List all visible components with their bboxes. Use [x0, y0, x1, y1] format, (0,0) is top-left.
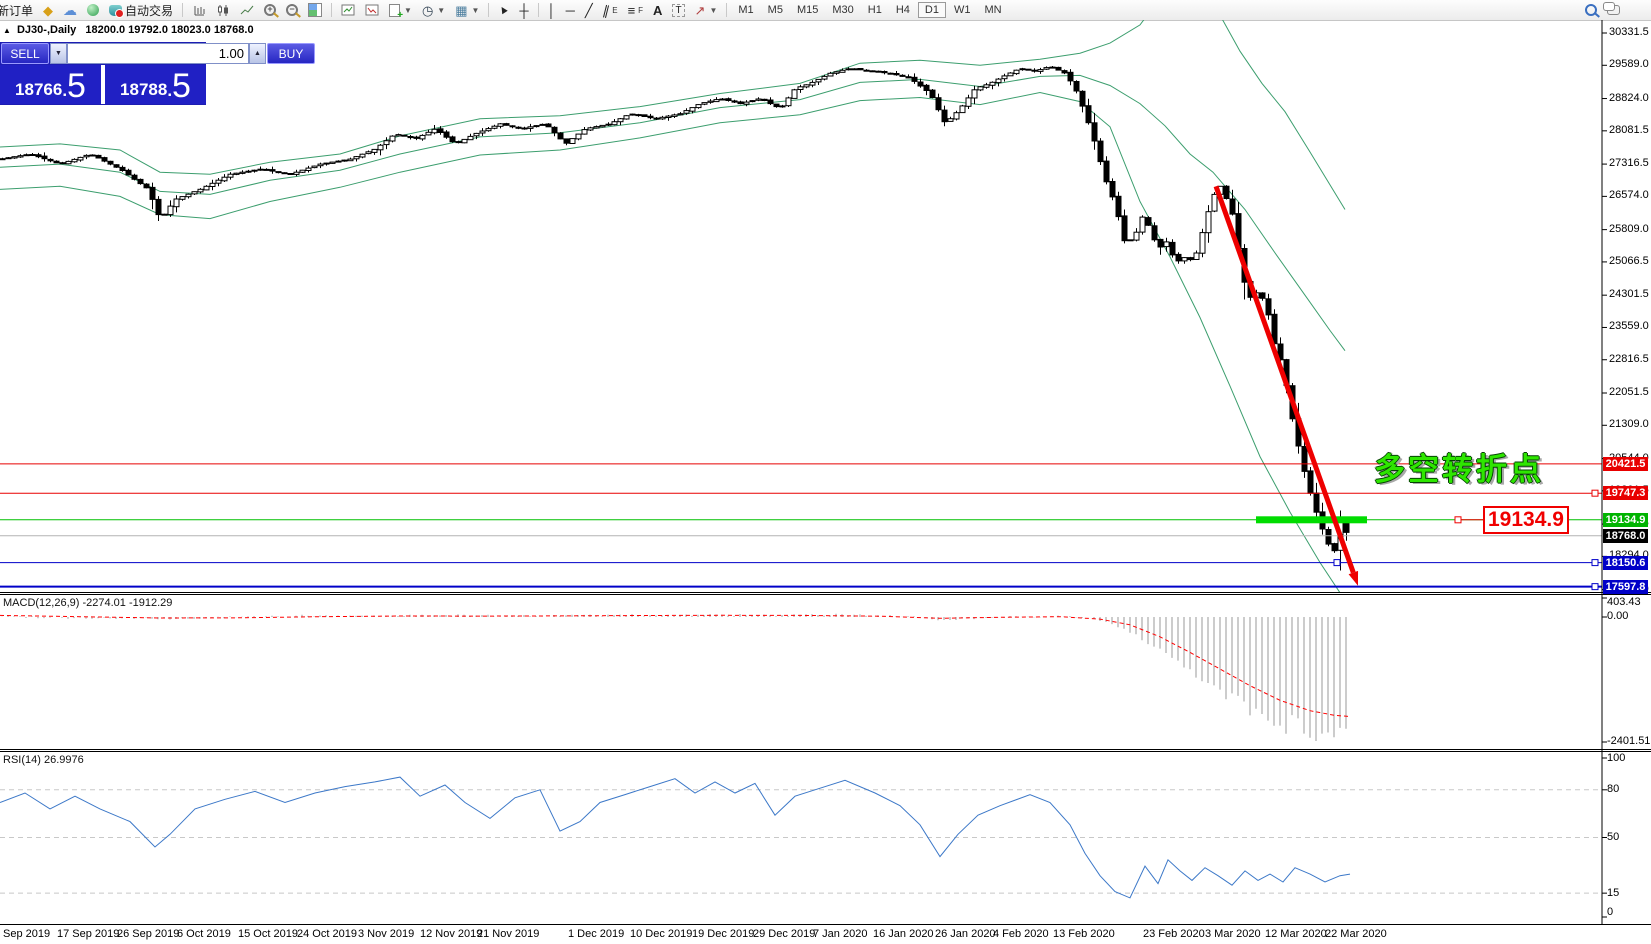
line-handle: [1592, 560, 1598, 566]
date-label: 12 Mar 2020: [1265, 928, 1327, 940]
date-label: 26 Sep 2019: [117, 928, 179, 940]
macd-panel: [0, 614, 1350, 741]
main-chart-panel: [0, 0, 1602, 608]
date-label: 19 Dec 2019: [692, 928, 754, 940]
price-badge: 18768.0: [1603, 529, 1648, 543]
date-label: 4 Feb 2020: [993, 928, 1049, 940]
price-level-box[interactable]: 19134.9: [1483, 506, 1569, 534]
rsi-axis-label: 50: [1607, 831, 1619, 843]
price-badge: 19134.9: [1603, 513, 1648, 527]
rsi-axis-label: 0: [1607, 906, 1613, 918]
date-label: 12 Nov 2019: [420, 928, 482, 940]
macd-axis-label: -2401.51: [1607, 735, 1650, 747]
macd-axis-label: 403.43: [1607, 596, 1641, 608]
price-tick: 21309.0: [1609, 418, 1649, 430]
price-badge: 18150.6: [1603, 556, 1648, 570]
price-tick: 25809.0: [1609, 223, 1649, 235]
candles-layer: [0, 66, 1349, 571]
price-tick: 22051.5: [1609, 386, 1649, 398]
date-label: 15 Oct 2019: [238, 928, 298, 940]
price-badge: 17597.8: [1603, 580, 1648, 594]
price-tick: 28081.5: [1609, 124, 1649, 136]
price-tick: 27316.5: [1609, 157, 1649, 169]
macd-label: MACD(12,26,9) -2274.01 -1912.29: [3, 597, 172, 609]
date-label: 13 Feb 2020: [1053, 928, 1115, 940]
trend-arrow-line: [1216, 186, 1353, 572]
price-tick: 25066.5: [1609, 255, 1649, 267]
price-tick: 26574.0: [1609, 189, 1649, 201]
price-tick: 28824.0: [1609, 92, 1649, 104]
price-tick: 23559.0: [1609, 320, 1649, 332]
price-badge: 19747.3: [1603, 486, 1648, 500]
date-label: 6 Oct 2019: [177, 928, 231, 940]
date-label: 1 Dec 2019: [568, 928, 624, 940]
rsi-axis-label: 100: [1607, 752, 1625, 764]
date-label: 3 Mar 2020: [1205, 928, 1261, 940]
date-label: 26 Jan 2020: [935, 928, 996, 940]
price-tick: 30331.5: [1609, 26, 1649, 38]
price-tick: 24301.5: [1609, 288, 1649, 300]
date-label: 7 Jan 2020: [813, 928, 867, 940]
price-tick: 29589.0: [1609, 58, 1649, 70]
line-handle: [1592, 584, 1598, 590]
date-label: 3 Nov 2019: [358, 928, 414, 940]
bollinger-lower-band: [0, 93, 1348, 608]
rsi-label: RSI(14) 26.9976: [3, 754, 84, 766]
line-handle: [1592, 490, 1598, 496]
date-label: 22 Mar 2020: [1325, 928, 1387, 940]
macd-axis-label: 0.00: [1607, 610, 1628, 622]
price-badge: 20421.5: [1603, 457, 1648, 471]
turning-point-annotation[interactable]: 多空转折点: [1374, 444, 1544, 489]
date-label: 24 Oct 2019: [297, 928, 357, 940]
green-zone-highlight: [1256, 516, 1367, 523]
date-label: 23 Feb 2020: [1143, 928, 1205, 940]
rsi-axis-label: 15: [1607, 887, 1619, 899]
date-label: 16 Jan 2020: [873, 928, 934, 940]
rsi-panel: [0, 777, 1602, 898]
date-label: 29 Dec 2019: [753, 928, 815, 940]
mt4-window: { "toolbar": { "new_order_label": "新订单",…: [0, 0, 1651, 944]
bollinger-upper-band: [0, 0, 1345, 210]
rsi-axis-label: 80: [1607, 783, 1619, 795]
date-label: Sep 2019: [3, 928, 50, 940]
line-handle: [1334, 560, 1340, 566]
date-label: 10 Dec 2019: [630, 928, 692, 940]
date-label: 17 Sep 2019: [57, 928, 119, 940]
date-label: 21 Nov 2019: [477, 928, 539, 940]
trend-arrow-head: [1349, 571, 1358, 586]
price-tick: 22816.5: [1609, 353, 1649, 365]
